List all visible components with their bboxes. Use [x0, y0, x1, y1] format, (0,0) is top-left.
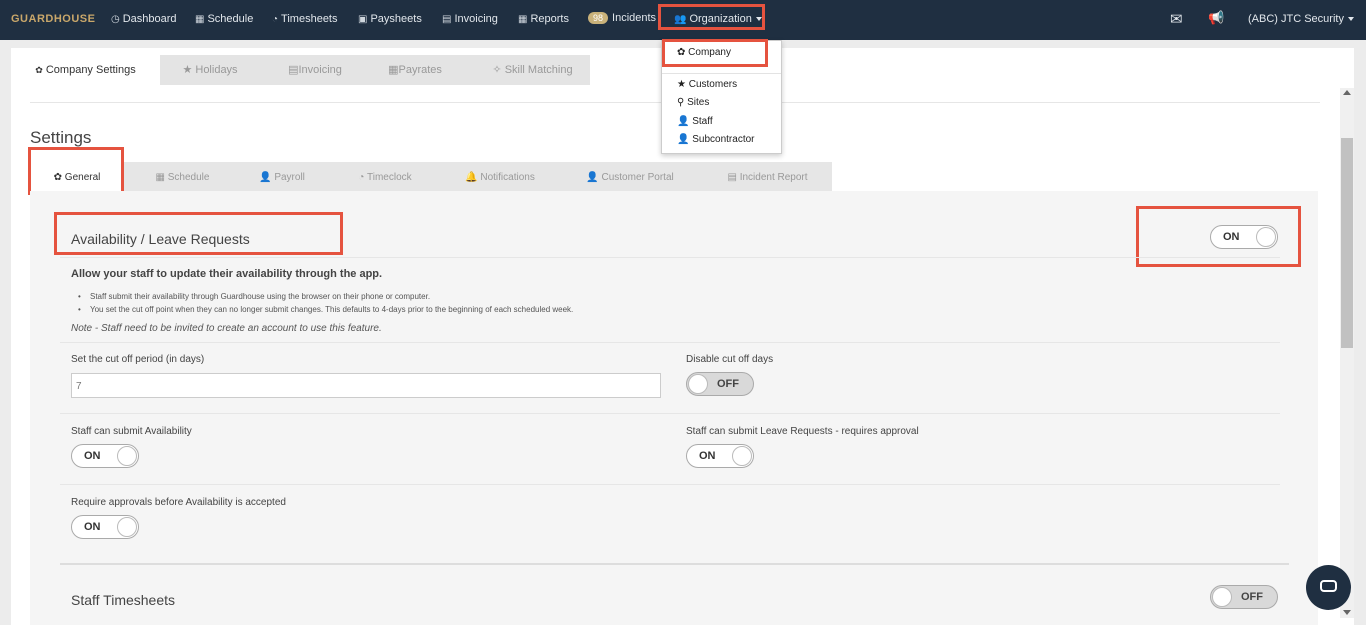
user-icon: 👤	[259, 172, 272, 183]
nav-schedule[interactable]: ▦ Schedule	[195, 13, 253, 25]
nav-dashboard[interactable]: ◷ Dashboard	[111, 13, 177, 25]
user-icon: 👤	[677, 134, 690, 145]
crosshair-icon: ✧	[492, 64, 502, 76]
availability-note: Note - Staff need to be invited to creat…	[71, 323, 382, 334]
disable-cutoff-toggle[interactable]: OFF	[686, 372, 754, 396]
menu-item-customers[interactable]: ★ Customers	[677, 79, 737, 90]
require-approvals-toggle[interactable]: ON	[71, 515, 139, 539]
require-approvals-label: Require approvals before Availability is…	[71, 497, 286, 508]
toggle-knob	[117, 446, 137, 466]
tab-company-settings[interactable]: ✿ Company Settings	[11, 55, 160, 85]
money-icon: ▣	[358, 14, 368, 25]
star-icon: ★	[182, 64, 193, 76]
calendar-icon: ▦	[155, 172, 165, 183]
availability-title: Availability / Leave Requests	[71, 231, 250, 247]
availability-bullets: Staff submit their availability through …	[78, 290, 573, 316]
divider	[60, 413, 1280, 414]
incidents-badge: 98	[588, 12, 609, 24]
file-icon: ▤	[727, 172, 737, 183]
menu-item-sites[interactable]: ⚲ Sites	[677, 97, 709, 108]
nav-incidents[interactable]: 98 Incidents	[588, 12, 656, 24]
clock-icon: ◔	[272, 14, 279, 25]
submit-availability-toggle[interactable]: ON	[71, 444, 139, 468]
top-navbar: GUARDHOUSE ◷ Dashboard ▦ Schedule ◔ Timeshe…	[0, 0, 1366, 40]
timesheets-title: Staff Timesheets	[71, 592, 176, 608]
calendar-icon: ▦	[195, 14, 205, 25]
map-marker-icon: ⚲	[677, 97, 685, 108]
brand-logo[interactable]: GUARDHOUSE	[11, 13, 95, 25]
star-icon: ★	[677, 79, 686, 90]
tab-holidays[interactable]: ★ Holidays	[165, 55, 255, 85]
gear-icon: ✿	[53, 172, 63, 183]
scroll-down-icon[interactable]	[1343, 610, 1351, 615]
menu-item-staff[interactable]: 👤 Staff	[677, 116, 713, 127]
users-icon: 👥	[674, 14, 687, 25]
bell-icon: 🔔	[465, 172, 478, 183]
tab-payroll[interactable]: 👤 Payroll	[242, 162, 322, 191]
clock-icon: ◔	[358, 172, 365, 183]
gear-icon: ✿	[35, 65, 43, 75]
nav-paysheets[interactable]: ▣ Paysheets	[358, 13, 422, 25]
menu-item-subcontractor[interactable]: 👤 Subcontractor	[677, 134, 755, 145]
availability-toggle[interactable]: ON	[1210, 225, 1278, 249]
divider	[60, 342, 1280, 343]
timesheets-toggle[interactable]: OFF	[1210, 585, 1278, 609]
menu-item-company[interactable]: ✿ Company	[677, 47, 731, 58]
nav-organization[interactable]: 👥 Organization	[674, 13, 762, 25]
toggle-knob	[732, 446, 752, 466]
availability-intro: Allow your staff to update their availab…	[71, 268, 383, 280]
calendar-icon: ▦	[388, 64, 399, 76]
table-icon: ▦	[518, 14, 528, 25]
organization-dropdown: ✿ Company ★ Customers ⚲ Sites 👤 Staff 👤 …	[661, 40, 782, 154]
caret-down-icon	[1347, 17, 1354, 22]
caret-down-icon	[755, 17, 762, 22]
toggle-knob	[1212, 587, 1232, 607]
nav-reports[interactable]: ▦ Reports	[518, 13, 569, 25]
menu-divider	[662, 73, 781, 74]
tab-schedule[interactable]: ▦ Schedule	[140, 162, 225, 191]
envelope-icon[interactable]: ✉	[1170, 10, 1183, 28]
dashboard-icon: ◷	[111, 14, 120, 25]
page-title: Settings	[30, 128, 92, 147]
toggle-knob	[688, 374, 708, 394]
bullet-item: Staff submit their availability through …	[78, 290, 573, 303]
divider	[60, 484, 1280, 485]
submit-leave-label: Staff can submit Leave Requests - requir…	[686, 426, 919, 437]
tab-general[interactable]: ✿ General	[30, 162, 124, 191]
disable-cutoff-label: Disable cut off days	[686, 354, 774, 365]
submit-availability-label: Staff can submit Availability	[71, 426, 192, 437]
scroll-up-icon[interactable]	[1343, 90, 1351, 95]
tab-skill-matching[interactable]: ✧ Skill Matching	[475, 55, 590, 85]
scrollbar-thumb[interactable]	[1341, 138, 1353, 348]
submit-leave-toggle[interactable]: ON	[686, 444, 754, 468]
tab-timeclock[interactable]: ◔ Timeclock	[340, 162, 430, 191]
nav-timesheets[interactable]: ◔ Timesheets	[272, 13, 338, 25]
tab-incident-report[interactable]: ▤ Incident Report	[710, 162, 825, 191]
toggle-knob	[117, 517, 137, 537]
tab-customer-portal[interactable]: 👤 Customer Portal	[570, 162, 690, 191]
user-icon: 👤	[586, 172, 599, 183]
account-menu[interactable]: (ABC) JTC Security	[1248, 13, 1354, 25]
tab-notifications[interactable]: 🔔 Notifications	[450, 162, 550, 191]
divider	[60, 257, 1280, 258]
cutoff-input[interactable]: 7	[71, 373, 661, 398]
cutoff-label: Set the cut off period (in days)	[71, 354, 205, 365]
chat-icon	[1320, 580, 1337, 592]
bullet-item: You set the cut off point when they can …	[78, 303, 573, 316]
invoice-icon: ▤	[442, 14, 452, 25]
toggle-knob	[1256, 227, 1276, 247]
gear-icon: ✿	[677, 47, 686, 58]
invoice-icon: ▤	[288, 64, 299, 76]
tab-payrates[interactable]: ▦Payrates	[370, 55, 460, 85]
tab-invoicing[interactable]: ▤Invoicing	[270, 55, 360, 85]
nav-invoicing[interactable]: ▤ Invoicing	[442, 13, 498, 25]
chat-widget-button[interactable]	[1306, 565, 1351, 610]
megaphone-icon[interactable]: 📢	[1208, 10, 1224, 26]
user-icon: 👤	[677, 116, 690, 127]
